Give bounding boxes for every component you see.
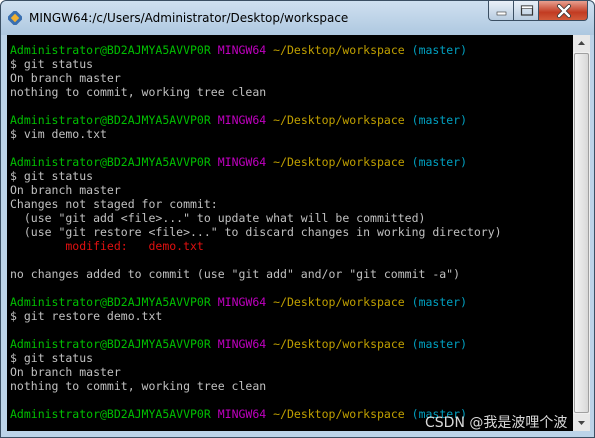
prompt-user: Administrator@BD2AJMYA5AVVP0R	[10, 295, 211, 309]
prompt-branch: (master)	[411, 113, 468, 127]
terminal-window: MINGW64:/c/Users/Administrator/Desktop/w…	[0, 0, 595, 438]
output-line: On branch master	[10, 183, 121, 197]
prompt-line: Administrator@BD2AJMYA5AVVP0R MINGW64 ~/…	[10, 155, 467, 169]
prompt-line: Administrator@BD2AJMYA5AVVP0R MINGW64 ~/…	[10, 295, 467, 309]
prompt-user: Administrator@BD2AJMYA5AVVP0R	[10, 407, 211, 421]
maximize-button[interactable]	[513, 1, 539, 21]
prompt-path: ~/Desktop/workspace	[273, 337, 405, 351]
scroll-down-button[interactable]	[573, 414, 590, 431]
modified-file-line: modified: demo.txt	[10, 239, 204, 253]
prompt-path: ~/Desktop/workspace	[273, 113, 405, 127]
title-bar[interactable]: MINGW64:/c/Users/Administrator/Desktop/w…	[1, 1, 594, 35]
prompt-branch: (master)	[411, 337, 468, 351]
output-line: nothing to commit, working tree clean	[10, 85, 267, 99]
prompt-path: ~/Desktop/workspace	[273, 407, 405, 421]
prompt-branch: (master)	[411, 155, 468, 169]
prompt-env: MINGW64	[217, 113, 267, 127]
maximize-icon	[520, 5, 534, 16]
output-line: $ git restore demo.txt	[10, 309, 163, 323]
scroll-up-button[interactable]	[573, 35, 590, 52]
terminal-output[interactable]: Administrator@BD2AJMYA5AVVP0R MINGW64 ~/…	[7, 35, 573, 431]
vertical-scrollbar[interactable]	[573, 35, 590, 431]
prompt-path: ~/Desktop/workspace	[273, 43, 405, 57]
prompt-user: Administrator@BD2AJMYA5AVVP0R	[10, 113, 211, 127]
output-line: $ git status	[10, 351, 94, 365]
output-line: nothing to commit, working tree clean	[10, 379, 267, 393]
close-button[interactable]	[538, 1, 588, 21]
output-line: no changes added to commit (use "git add…	[10, 267, 461, 281]
app-icon	[8, 11, 22, 25]
prompt-line: Administrator@BD2AJMYA5AVVP0R MINGW64 ~/…	[10, 113, 467, 127]
scroll-thumb[interactable]	[574, 53, 589, 413]
output-line: (use "git add <file>..." to update what …	[10, 211, 426, 225]
output-line: On branch master	[10, 71, 121, 85]
minimize-icon	[496, 11, 507, 16]
output-line: (use "git restore <file>..." to discard …	[10, 225, 502, 239]
window-title: MINGW64:/c/Users/Administrator/Desktop/w…	[29, 11, 349, 25]
prompt-user: Administrator@BD2AJMYA5AVVP0R	[10, 43, 211, 57]
output-line: $ vim demo.txt	[10, 127, 107, 141]
watermark: CSDN @我是波哩个波	[425, 415, 568, 431]
prompt-env: MINGW64	[217, 43, 267, 57]
prompt-env: MINGW64	[217, 337, 267, 351]
prompt-branch: (master)	[411, 295, 468, 309]
output-line: On branch master	[10, 365, 121, 379]
prompt-line: Administrator@BD2AJMYA5AVVP0R MINGW64 ~/…	[10, 407, 467, 421]
prompt-env: MINGW64	[217, 407, 267, 421]
output-line: $ git status	[10, 169, 94, 183]
prompt-env: MINGW64	[217, 295, 267, 309]
prompt-line: Administrator@BD2AJMYA5AVVP0R MINGW64 ~/…	[10, 337, 467, 351]
prompt-line: Administrator@BD2AJMYA5AVVP0R MINGW64 ~/…	[10, 43, 467, 57]
close-icon	[557, 4, 571, 18]
prompt-path: ~/Desktop/workspace	[273, 295, 405, 309]
prompt-branch: (master)	[411, 43, 468, 57]
scroll-down-arrow-icon	[578, 421, 585, 425]
output-line: Changes not staged for commit:	[10, 197, 218, 211]
prompt-user: Administrator@BD2AJMYA5AVVP0R	[10, 337, 211, 351]
output-line: $ git status	[10, 57, 94, 71]
scroll-up-arrow-icon	[578, 41, 585, 45]
minimize-button[interactable]	[488, 1, 514, 21]
prompt-env: MINGW64	[217, 155, 267, 169]
prompt-user: Administrator@BD2AJMYA5AVVP0R	[10, 155, 211, 169]
prompt-path: ~/Desktop/workspace	[273, 155, 405, 169]
